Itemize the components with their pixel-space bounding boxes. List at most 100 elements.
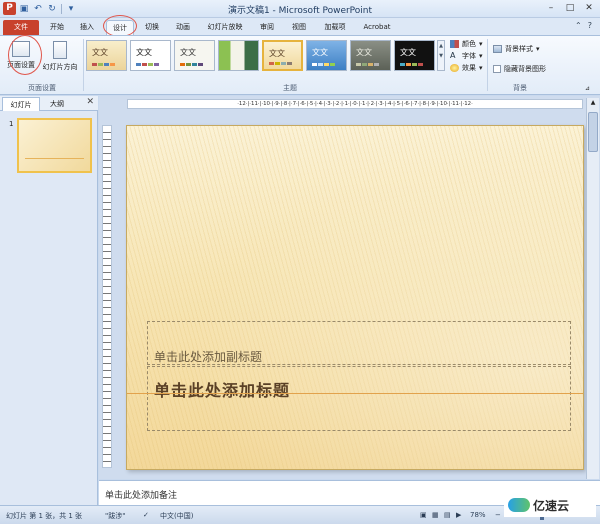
theme-thumbnail[interactable]: 文文 (350, 40, 391, 71)
tab-home[interactable]: 开始 (44, 20, 70, 35)
background-dialog-launcher-icon[interactable]: ⊿ (585, 85, 590, 92)
group-label-themes: 主题 (283, 84, 297, 92)
window-title: 演示文稿1 - Microsoft PowerPoint (227, 6, 373, 16)
language[interactable]: 中文(中国) (160, 511, 193, 521)
theme-thumbnail[interactable] (218, 40, 259, 71)
dropdown-icon: ▾ (479, 52, 483, 60)
group-label-page-setup: 页面设置 (28, 84, 56, 92)
theme-color-bars (312, 63, 335, 66)
theme-effects-button[interactable]: 效果 ▾ (450, 63, 483, 73)
minimize-icon[interactable]: – (544, 2, 558, 14)
minimize-ribbon-icon[interactable]: ⌃ (575, 21, 582, 30)
scroll-up-icon[interactable]: ▲ (588, 99, 598, 108)
dropdown-icon: ▾ (479, 64, 483, 72)
background-styles-button[interactable]: 背景样式 ▾ (493, 44, 540, 54)
slides-pane: 幻灯片 大纲 ✕ 1 (0, 96, 98, 505)
thumbnail-accent-line (25, 158, 84, 159)
hide-background-checkbox[interactable] (493, 65, 501, 73)
vertical-ruler (102, 125, 112, 468)
theme-thumbnail-selected[interactable]: 文文 (262, 40, 303, 71)
tab-slideshow[interactable]: 幻灯片放映 (202, 20, 248, 35)
horizontal-ruler: ·12·|·11·|·10·|·9·|·8·|·7·|·6·|·5·|·4·|·… (127, 99, 583, 109)
pane-close-icon[interactable]: ✕ (86, 97, 94, 107)
theme-sample-text: 文文 (400, 48, 416, 57)
effects-icon (450, 64, 459, 72)
help-icon[interactable]: ? (588, 21, 592, 30)
slide-accent-line (127, 393, 583, 394)
tab-animations[interactable]: 动画 (170, 20, 196, 35)
subtitle-placeholder[interactable]: 单击此处添加副标题 (147, 321, 571, 365)
tab-slides[interactable]: 幻灯片 (2, 97, 40, 111)
yisu-logo-icon (508, 498, 530, 512)
theme-color-bars (269, 62, 292, 65)
theme-colors-button[interactable]: 颜色 ▾ (450, 39, 483, 49)
theme-fonts-button[interactable]: A 字体 ▾ (450, 51, 483, 61)
theme-thumbnail[interactable]: 文文 (394, 40, 435, 71)
tab-acrobat[interactable]: Acrobat (358, 20, 396, 35)
theme-name: "跋涉" (105, 512, 126, 520)
theme-sample-text: 文文 (269, 49, 285, 58)
slide-orientation-button[interactable]: 幻灯片方向 (40, 38, 80, 78)
maximize-icon[interactable]: □ (563, 2, 577, 14)
title-placeholder-text: 单击此处添加标题 (154, 381, 291, 400)
theme-color-bars (180, 63, 203, 66)
zoom-level[interactable]: 78% (470, 511, 486, 519)
tab-design[interactable]: 设计 (106, 20, 134, 35)
watermark-text: 亿速云 (533, 498, 570, 513)
theme-sample-text: 文文 (180, 48, 196, 57)
watermark-logo: 亿速云 (504, 493, 596, 517)
window-controls: – □ ✕ (544, 2, 596, 14)
subtitle-placeholder-text: 单击此处添加副标题 (154, 350, 263, 364)
fonts-icon: A (450, 51, 456, 60)
slide-number: 1 (9, 120, 14, 128)
design-ribbon: 页面设置 幻灯片方向 页面设置 文文 文文 文文 文文 文文 文文 文文 ▲ ▼… (0, 35, 600, 95)
theme-fonts-label: 字体 (462, 52, 476, 60)
theme-effects-label: 效果 (462, 64, 476, 72)
dropdown-icon: ▾ (536, 45, 540, 53)
theme-thumbnail[interactable]: 文文 (174, 40, 215, 71)
tab-addins[interactable]: 加载项 (318, 20, 352, 35)
theme-color-bars (400, 63, 423, 66)
slide-info: 幻灯片 第 1 张，共 1 张 (6, 512, 83, 520)
zoom-out-icon[interactable]: − (495, 511, 501, 519)
vertical-scrollbar[interactable]: ▲ (586, 98, 599, 479)
page-setup-label: 页面设置 (7, 61, 35, 69)
theme-sample-text: 文文 (356, 48, 372, 57)
tab-file[interactable]: 文件 (3, 20, 39, 35)
tab-outline[interactable]: 大纲 (42, 97, 72, 111)
group-separator (83, 39, 84, 91)
hide-background-graphics[interactable]: 隐藏背景图形 (493, 64, 546, 74)
theme-colors-label: 颜色 (462, 40, 476, 48)
theme-thumbnail[interactable]: 文文 (130, 40, 171, 71)
slide-thumbnail[interactable] (17, 118, 92, 173)
background-styles-label: 背景样式 (505, 45, 533, 53)
ribbon-tab-bar: 文件 开始 插入 设计 切换 动画 幻灯片放映 审阅 视图 加载项 Acroba… (0, 18, 600, 35)
spellcheck-icon[interactable]: ✓ (143, 511, 149, 519)
tab-review[interactable]: 审阅 (254, 20, 280, 35)
group-label-background: 背景 (513, 84, 527, 92)
slide-canvas[interactable]: 单击此处添加副标题 单击此处添加标题 (126, 125, 584, 470)
theme-thumbnail[interactable]: 文文 (86, 40, 127, 71)
theme-gallery-scroll[interactable]: ▲ ▼ (437, 40, 445, 71)
scrollbar-thumb[interactable] (588, 112, 598, 152)
tab-insert[interactable]: 插入 (74, 20, 100, 35)
theme-color-bars (356, 63, 379, 66)
slides-pane-tabs: 幻灯片 大纲 ✕ (0, 96, 98, 111)
view-slideshow-icon[interactable]: ▶ (456, 511, 461, 519)
view-sorter-icon[interactable]: ▦ (432, 511, 439, 519)
slide-orientation-icon (53, 41, 67, 59)
notes-placeholder: 单击此处添加备注 (105, 491, 178, 501)
group-separator (487, 39, 488, 91)
title-placeholder[interactable]: 单击此处添加标题 (147, 366, 571, 431)
close-icon[interactable]: ✕ (582, 2, 596, 14)
page-setup-button[interactable]: 页面设置 (5, 38, 37, 78)
theme-color-bars (136, 63, 159, 66)
theme-thumbnail[interactable]: 文文 (306, 40, 347, 71)
view-normal-icon[interactable]: ▣ (420, 511, 427, 519)
theme-gallery: 文文 文文 文文 文文 文文 文文 文文 (86, 40, 435, 71)
theme-color-bars (92, 63, 115, 66)
tab-transitions[interactable]: 切换 (139, 20, 165, 35)
tab-view[interactable]: 视图 (286, 20, 312, 35)
page-setup-icon (12, 41, 30, 57)
view-reading-icon[interactable]: ▤ (444, 511, 451, 519)
